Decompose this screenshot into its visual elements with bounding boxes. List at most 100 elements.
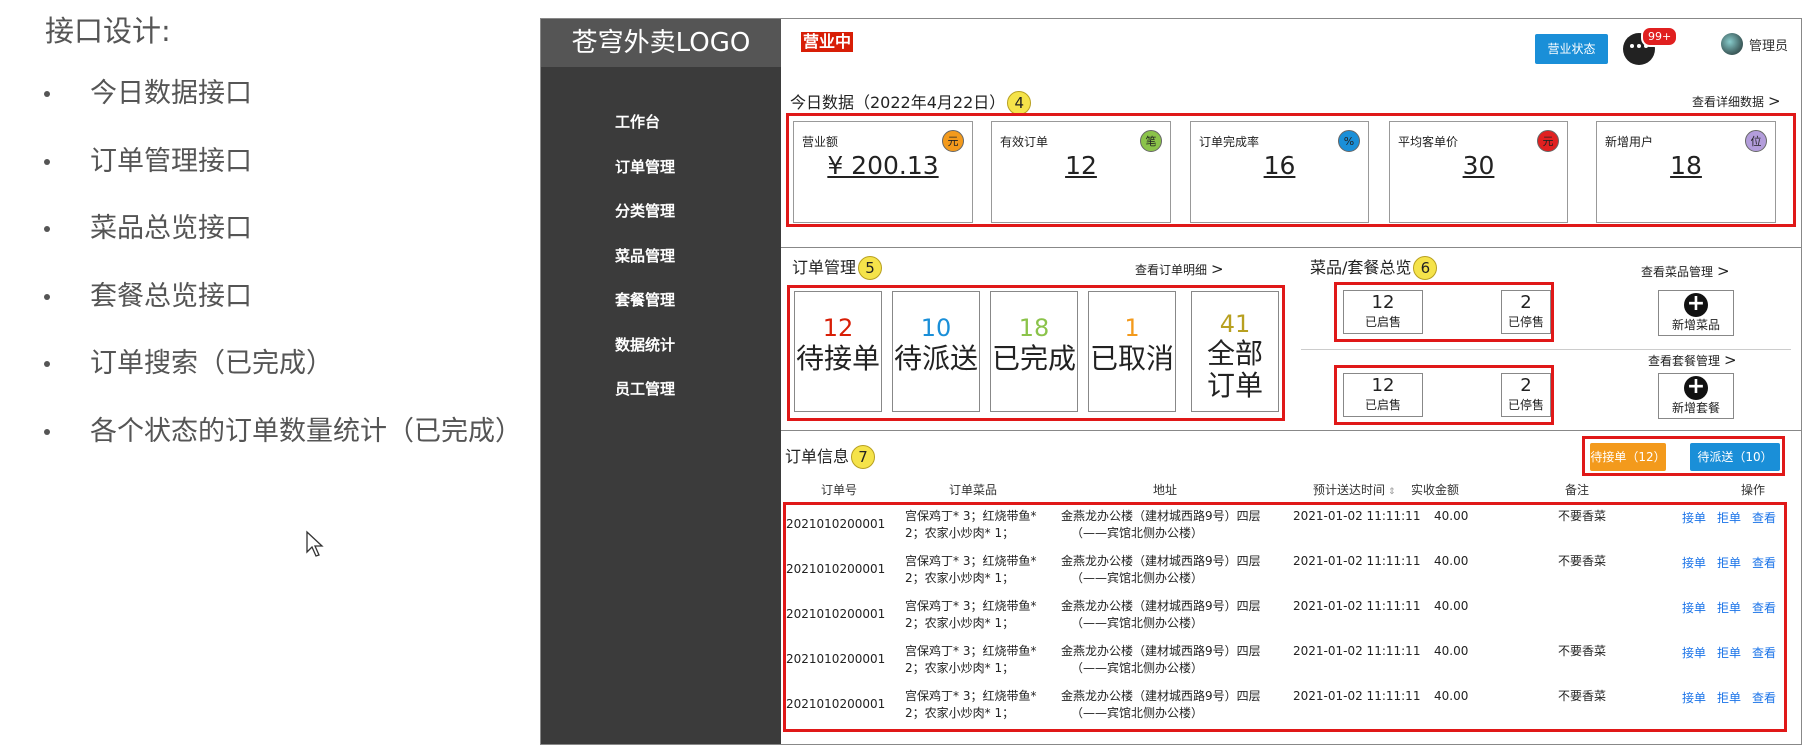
reject-order-button[interactable]: 拒单 — [1717, 509, 1741, 526]
view-order-button[interactable]: 查看 — [1752, 644, 1776, 661]
sidebar-item-orders[interactable]: 订单管理 — [615, 157, 781, 202]
order-status-completed[interactable]: 18 已完成 — [990, 291, 1078, 412]
dish-on-count: 12 — [1371, 292, 1395, 313]
order-count: 10 — [920, 314, 952, 342]
sidebar-item-statistics[interactable]: 数据统计 — [615, 335, 781, 380]
accept-order-button[interactable]: 接单 — [1682, 599, 1706, 616]
accept-order-button[interactable]: 接单 — [1682, 509, 1706, 526]
accept-order-button[interactable]: 接单 — [1682, 554, 1706, 571]
person-icon: 位 — [1745, 130, 1767, 152]
stat-label: 平均客单价 — [1398, 135, 1459, 149]
column-header: 地址 — [1153, 483, 1178, 497]
view-combo-management-link[interactable]: 查看套餐管理 > — [1648, 351, 1737, 369]
yuan-icon: 元 — [942, 130, 964, 152]
dish-off-label: 已停售 — [1507, 315, 1544, 329]
bullet-text: 套餐总览接口 — [90, 280, 252, 312]
accept-order-button[interactable]: 接单 — [1682, 644, 1706, 661]
view-dish-management-link[interactable]: 查看菜品管理 > — [1641, 262, 1730, 280]
sidebar-item-workbench[interactable]: 工作台 — [615, 112, 781, 157]
order-address: （——宾馆北侧办公楼） — [1071, 526, 1204, 540]
plus-icon: + — [1684, 293, 1708, 317]
order-status-label: 待接单 — [795, 342, 880, 375]
bullet-text: 订单管理接口 — [90, 145, 252, 177]
order-eta: 2021-01-02 11:11:11 — [1293, 554, 1421, 568]
order-address: （——宾馆北侧办公楼） — [1071, 706, 1204, 720]
pending-orders-button[interactable]: 待接单（12） — [1590, 443, 1666, 471]
bullet-item: 订单管理接口 — [40, 138, 522, 206]
highlight-box: 12 待接单 10 待派送 18 已完成 1 已取消 41 全部订单 — [787, 285, 1285, 421]
view-detail-data-link[interactable]: 查看详细数据 > — [1692, 92, 1781, 110]
sidebar-item-dishes[interactable]: 菜品管理 — [615, 246, 781, 291]
order-address: 金燕龙办公楼（建材城西路9号）四层 — [1061, 644, 1261, 658]
user-name[interactable]: 管理员 — [1749, 35, 1788, 54]
combo-on-count: 12 — [1371, 375, 1395, 396]
combo-on-label: 已启售 — [1364, 398, 1401, 412]
percent-icon: % — [1338, 130, 1360, 152]
sidebar: 苍穹外卖LOGO 工作台 订单管理 分类管理 菜品管理 套餐管理 数据统计 员工… — [541, 19, 781, 744]
view-detail-data-text: 查看详细数据 — [1692, 95, 1765, 109]
slide-bullet-list: 今日数据接口 订单管理接口 菜品总览接口 套餐总览接口 订单搜索（已完成） 各个… — [40, 70, 522, 475]
order-note: 不要香菜 — [1558, 644, 1607, 658]
column-header: 备注 — [1565, 483, 1590, 497]
order-status-to-deliver[interactable]: 10 待派送 — [892, 291, 980, 412]
bullet-dot — [44, 428, 50, 435]
sidebar-item-combos[interactable]: 套餐管理 — [615, 290, 781, 335]
slide-title: 接口设计: — [45, 14, 171, 48]
order-id: 2021010200001 — [786, 652, 886, 666]
order-id: 2021010200001 — [786, 697, 886, 711]
sidebar-item-employees[interactable]: 员工管理 — [615, 379, 781, 424]
order-dishes: 2；农家小炒肉* 1； — [905, 661, 1015, 675]
order-eta: 2021-01-02 11:11:11 — [1293, 509, 1421, 523]
bullet-text: 菜品总览接口 — [90, 213, 252, 244]
column-header-text: 预计送达时间 — [1313, 483, 1386, 497]
stat-card-completion-rate: 订单完成率 % 16 — [1190, 121, 1369, 223]
add-combo-button[interactable]: + 新增套餐 — [1658, 373, 1734, 419]
reject-order-button[interactable]: 拒单 — [1717, 554, 1741, 571]
business-status-button[interactable]: 营业状态 — [1535, 34, 1608, 64]
order-count: 12 — [822, 314, 854, 342]
column-header-sortable[interactable]: 预计送达时间 ⇕ — [1313, 481, 1396, 498]
order-status-pending[interactable]: 12 待接单 — [794, 291, 882, 412]
combo-off-count: 2 — [1520, 375, 1532, 396]
count-icon: 笔 — [1140, 130, 1162, 152]
view-order-detail-text: 查看订单明细 — [1135, 263, 1208, 277]
to-deliver-orders-button[interactable]: 待派送（10） — [1690, 443, 1780, 471]
order-eta: 2021-01-02 11:11:11 — [1293, 644, 1421, 658]
reject-order-button[interactable]: 拒单 — [1717, 644, 1741, 661]
chevron-right-icon: > — [1211, 260, 1224, 278]
order-id: 2021010200001 — [786, 607, 886, 621]
bullet-item: 各个状态的订单数量统计（已完成） — [40, 408, 522, 476]
order-info-title-text: 订单信息 — [785, 447, 850, 466]
view-order-detail-link[interactable]: 查看订单明细 > — [1135, 260, 1224, 278]
order-dishes: 宫保鸡丁* 3；红烧带鱼* — [905, 509, 1037, 523]
order-status-cancelled[interactable]: 1 已取消 — [1088, 291, 1176, 412]
view-order-button[interactable]: 查看 — [1752, 554, 1776, 571]
add-dish-button[interactable]: + 新增菜品 — [1658, 290, 1734, 336]
dish-overview-panel: 菜品/套餐总览 6 查看菜品管理 > 12 已启售 2 已停售 + 新增菜品 查看套… — [1291, 247, 1801, 430]
dish-on-sale[interactable]: 12 已启售 — [1343, 290, 1423, 334]
table-row: 2021010200001 宫保鸡丁* 3；红烧带鱼* 2；农家小炒肉* 1； … — [786, 505, 1778, 549]
avatar[interactable] — [1721, 33, 1743, 55]
reject-order-button[interactable]: 拒单 — [1717, 599, 1741, 616]
sidebar-item-categories[interactable]: 分类管理 — [615, 201, 781, 246]
view-order-button[interactable]: 查看 — [1752, 689, 1776, 706]
bullet-item: 套餐总览接口 — [40, 273, 522, 341]
stat-card-new-users: 新增用户 位 18 — [1596, 121, 1776, 223]
plus-icon: + — [1684, 376, 1708, 400]
combo-off-sale[interactable]: 2 已停售 — [1501, 373, 1551, 417]
dish-on-label: 已启售 — [1364, 315, 1401, 329]
order-address: 金燕龙办公楼（建材城西路9号）四层 — [1061, 509, 1261, 523]
accept-order-button[interactable]: 接单 — [1682, 689, 1706, 706]
order-address: 金燕龙办公楼（建材城西路9号）四层 — [1061, 554, 1261, 568]
view-order-button[interactable]: 查看 — [1752, 599, 1776, 616]
bullet-item: 菜品总览接口 — [40, 205, 522, 273]
order-dishes: 2；农家小炒肉* 1； — [905, 706, 1015, 720]
dish-off-sale[interactable]: 2 已停售 — [1501, 290, 1551, 334]
column-header: 订单菜品 — [949, 483, 998, 497]
column-header: 实收金额 — [1411, 483, 1460, 497]
order-status-all[interactable]: 41 全部订单 — [1191, 291, 1279, 412]
combo-on-sale[interactable]: 12 已启售 — [1343, 373, 1423, 417]
view-order-button[interactable]: 查看 — [1752, 509, 1776, 526]
reject-order-button[interactable]: 拒单 — [1717, 689, 1741, 706]
table-header: 订单号 订单菜品 地址 预计送达时间 ⇕ 实收金额 备注 操作 — [783, 479, 1793, 501]
